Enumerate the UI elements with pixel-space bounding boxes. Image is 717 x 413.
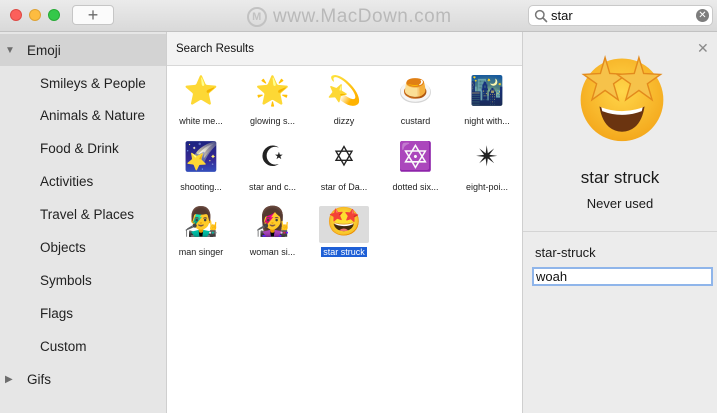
emoji-label: custard	[380, 116, 452, 126]
emoji-label-text: star struck	[321, 247, 367, 257]
emoji-glyph-icon: 🤩	[326, 206, 362, 237]
magnifier-icon	[534, 9, 548, 23]
sidebar-item-smileys-people[interactable]: Smileys & People	[0, 67, 166, 99]
minimize-window-button[interactable]	[29, 9, 41, 21]
emoji-glyph-icon: 🍮	[398, 75, 433, 106]
emoji-label: night with...	[451, 116, 523, 126]
close-icon[interactable]: ✕	[697, 40, 709, 57]
sidebar-item-label: Animals & Nature	[40, 108, 146, 124]
emoji-name: star struck	[580, 168, 660, 187]
search-field[interactable]: star ✕	[528, 5, 713, 26]
emoji-glyph-icon: 🌃	[469, 75, 505, 106]
disclosure-right-icon[interactable]: ▶	[5, 374, 13, 385]
emoji-tile[interactable]: 💫 dizzy	[308, 70, 380, 130]
emoji-label: man singer	[165, 247, 237, 257]
emoji-label-text: star and c...	[248, 181, 297, 192]
emoji-label: eight-poi...	[451, 182, 523, 192]
sidebar-item-food-drink[interactable]: Food & Drink	[0, 133, 166, 165]
emoji-tile[interactable]: ☪ star and c...	[237, 136, 309, 196]
clear-icon[interactable]: ✕	[696, 9, 709, 22]
emoji-label-text: woman si...	[249, 247, 296, 257]
keyword-input[interactable]: woah	[532, 267, 713, 286]
watermark-text: www.MacDown.com	[273, 6, 452, 27]
detail-panel: ✕ star struck Never used star-struck woa…	[523, 32, 717, 413]
divider	[523, 231, 717, 232]
search-input[interactable]: star	[551, 8, 573, 23]
emoji-label-text: white me...	[179, 116, 223, 126]
emoji-glyph-icon: 👨‍🎤	[183, 206, 219, 237]
emoji-label: dizzy	[308, 116, 380, 126]
sidebar-item-custom[interactable]: Custom	[0, 330, 166, 362]
emoji-label: woman si...	[237, 247, 309, 257]
emoji-tile[interactable]: 🔯 dotted six...	[380, 136, 452, 196]
sidebar-item-label: Smileys & People	[40, 75, 146, 91]
emoji-tile[interactable]: ✴ eight-poi...	[451, 136, 523, 196]
emoji-tile[interactable]: 👨‍🎤 man singer	[165, 201, 237, 261]
emoji-tile[interactable]: 🌃 night with...	[451, 70, 523, 130]
sidebar-item-label: Travel & Places	[40, 207, 135, 223]
sidebar-item-objects[interactable]: Objects	[0, 232, 166, 264]
disclosure-down-icon[interactable]: ▼	[5, 45, 15, 56]
emoji-glyph-icon: ✡	[332, 140, 356, 172]
emoji-label-text: custard	[400, 116, 431, 126]
emoji-label-text: star of Da...	[320, 181, 368, 192]
emoji-tile[interactable]: ✡ star of Da...	[308, 136, 380, 196]
emoji-glyph-icon: 🌠	[183, 140, 219, 172]
emoji-tile[interactable]: 🤩 star struck	[308, 201, 380, 261]
emoji-glyph-icon: ⭐	[183, 75, 219, 106]
sidebar-item-label: Food & Drink	[40, 141, 119, 157]
emoji-label-text: dizzy	[333, 116, 355, 126]
sidebar-item-label: Symbols	[40, 272, 92, 288]
emoji-label: white me...	[165, 116, 237, 126]
emoji-glyph-icon: 🌟	[255, 75, 290, 106]
sidebar-group-emoji[interactable]: ▼ Emoji	[0, 34, 166, 66]
emoji-glyph-icon: 🔯	[398, 140, 433, 172]
emoji-label: glowing s...	[237, 116, 309, 126]
search-results-panel: Search Results ⭐ white me... 🌟 glowing s...…	[167, 32, 523, 413]
sidebar-item-label: Activities	[40, 174, 94, 190]
zoom-window-button[interactable]	[48, 9, 60, 21]
close-window-button[interactable]	[10, 9, 22, 21]
sidebar-item-travel-places[interactable]: Travel & Places	[0, 199, 166, 231]
keyword-label: star-struck	[535, 245, 596, 260]
sidebar-group-gifs[interactable]: ▶ Gifs	[0, 363, 166, 395]
emoji-label-text: shooting...	[180, 181, 222, 192]
sidebar-item-label: Custom	[40, 338, 87, 354]
usage-text: Never used	[586, 196, 654, 211]
emoji-label: star struck	[308, 247, 380, 257]
star-struck-emoji-icon	[580, 55, 664, 142]
sidebar-item-flags[interactable]: Flags	[0, 297, 166, 329]
results-title: Search Results	[176, 43, 254, 55]
emoji-glyph-icon: ✴	[475, 140, 499, 172]
emoji-label-text: glowing s...	[249, 116, 296, 126]
sidebar-item-activities[interactable]: Activities	[0, 166, 166, 198]
sidebar-item-symbols[interactable]: Symbols	[0, 264, 166, 296]
emoji-tile[interactable]: 🌟 glowing s...	[237, 70, 309, 130]
sidebar-item-label: Objects	[40, 240, 86, 255]
sidebar: ▼ Emoji Smileys & People Animals & Nature…	[0, 32, 167, 413]
emoji-glyph-icon: ☪	[259, 140, 286, 172]
results-header: Search Results	[167, 32, 522, 66]
emoji-label-text: dotted six...	[392, 181, 439, 192]
emoji-label: shooting...	[165, 182, 237, 192]
sidebar-item-animals-nature[interactable]: Animals & Nature	[0, 100, 166, 132]
emoji-tile[interactable]: 👩‍🎤 woman si...	[237, 201, 309, 261]
emoji-label: dotted six...	[380, 182, 452, 192]
emoji-tile[interactable]: 🌠 shooting...	[165, 136, 237, 196]
add-button[interactable]: +	[72, 5, 114, 25]
sidebar-item-label: Flags	[40, 305, 74, 321]
emoji-glyph-icon: 💫	[326, 75, 362, 106]
emoji-tile[interactable]: ⭐ white me...	[165, 70, 237, 130]
watermark-logo-icon: M	[247, 7, 267, 27]
emoji-label-text: eight-poi...	[465, 181, 509, 192]
emoji-label-text: night with...	[464, 116, 510, 126]
emoji-label: star of Da...	[308, 182, 380, 192]
watermark: M www.MacDown.com	[247, 6, 452, 28]
emoji-label: star and c...	[237, 182, 309, 192]
title-bar: + M www.MacDown.com star ✕	[0, 0, 717, 32]
emoji-tile[interactable]: 🍮 custard	[380, 70, 452, 130]
emoji-glyph-icon: 👩‍🎤	[255, 206, 290, 237]
emoji-label-text: man singer	[178, 247, 224, 257]
